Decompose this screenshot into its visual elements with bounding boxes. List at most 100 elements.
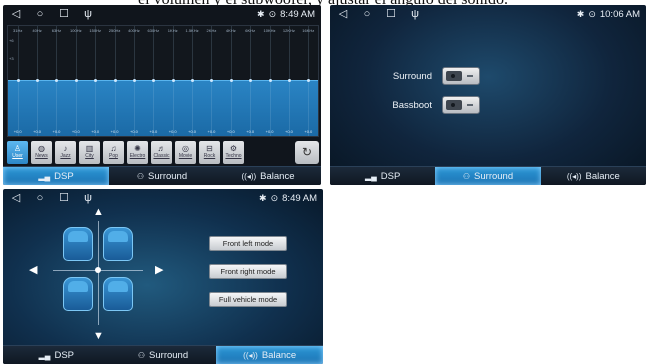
recent-square-icon[interactable]: ☐ [57,191,71,205]
preset-label: News [35,153,48,159]
home-circle-icon[interactable]: ○ [33,7,47,21]
band-value-label: +0.0 [284,129,293,134]
tab-bar: ▂▄ DSP ⚇ Surround ((◂)) Balance [330,166,646,185]
bars-icon: ▂▄ [38,350,51,360]
preset-movie-button[interactable]: ◎ Movie [175,140,196,164]
bluetooth-icon: ✱ [259,192,267,203]
film-icon: ◎ [182,144,189,153]
preset-label: Electro [129,153,146,159]
tab-bar: ▂▄ DSP ⚇ Surround ((◂)) Balance [3,345,323,364]
surround-toggle[interactable] [442,67,480,85]
eq-band-handle[interactable] [74,79,78,82]
location-pin-icon: ⊙ [270,192,279,203]
tab-bar: ▂▄ DSP ⚇ Surround ((◂)) Balance [3,166,321,185]
tab-dsp[interactable]: ▂▄ DSP [330,167,435,185]
arrow-right-icon[interactable]: ▶ [155,265,163,276]
eq-band-handle[interactable] [229,79,233,82]
tab-balance[interactable]: ((◂)) Balance [216,346,323,364]
bassboot-label: Bassboot [392,99,432,111]
preset-techno-button[interactable]: ⚙ Techno [223,140,244,164]
usb-icon: ψ [84,191,92,204]
drum-icon: ⊟ [206,144,213,153]
building-icon: ▥ [85,144,94,153]
back-triangle-icon[interactable]: ◁ [9,7,23,21]
preset-city-button[interactable]: ▥ City [79,140,100,164]
preset-classic-button[interactable]: ♬ Classic [151,140,172,164]
tab-surround[interactable]: ⚇ Surround [109,167,215,185]
band-value-label: +0.0 [246,129,255,134]
equalizer-graph[interactable]: 31Hz 40Hz 63Hz 100Hz 150Hz 250Hz 400Hz 630Hz 1KH… [7,25,319,137]
speaker-waves-icon: ((◂)) [566,171,582,181]
tab-dsp-label: DSP [54,349,75,361]
location-pin-icon: ⊙ [268,8,277,19]
band-value-label: +0.0 [304,129,313,134]
guitar-icon: ♫ [110,144,117,153]
arrow-down-icon[interactable]: ▼ [93,331,104,342]
preset-pop-button[interactable]: ♫ Pop [103,140,124,164]
band-value-label: +0.0 [52,129,61,134]
frequency-labels: 31Hz 40Hz 63Hz 100Hz 150Hz 250Hz 400Hz 630Hz 1KH… [8,28,318,33]
recent-square-icon[interactable]: ☐ [57,7,71,21]
location-pin-icon: ⊙ [588,8,596,19]
seat-front-left [63,227,93,261]
surround-row: Surround [362,67,480,85]
gain-label: +6 [9,38,14,43]
balance-center-dot[interactable] [95,267,101,273]
eq-band-handle[interactable] [287,79,291,82]
surround-icon: ⚇ [462,171,471,181]
band-value-label: +0.0 [13,129,22,134]
preset-jazz-button[interactable]: ♪ Jazz [55,140,76,164]
front-left-mode-button[interactable]: Front left mode [209,236,287,251]
tab-dsp-label: DSP [380,170,401,182]
clock: 10:06 AM [599,8,640,20]
eq-band-handle[interactable] [268,79,272,82]
tab-balance[interactable]: ((◂)) Balance [541,167,646,185]
status-bar: ◁ ○ ☐ ψ ✱ ⊙ 8:49 AM [3,189,323,207]
status-bar: ◁ ○ ☐ ψ ✱ ⊙ 8:49 AM [3,5,321,23]
tab-balance[interactable]: ((◂)) Balance [215,167,321,185]
clock: 8:49 AM [280,8,315,20]
tab-dsp[interactable]: ▂▄ DSP [3,346,110,364]
preset-electro-button[interactable]: ✺ Electro [127,140,148,164]
back-triangle-icon[interactable]: ◁ [336,7,350,21]
eq-band-handle[interactable] [16,79,20,82]
recent-square-icon[interactable]: ☐ [384,7,398,21]
usb-icon: ψ [84,7,92,20]
back-triangle-icon[interactable]: ◁ [9,191,23,205]
tab-surround-label: Surround [148,170,188,182]
home-circle-icon[interactable]: ○ [360,7,374,21]
seat-front-right [103,227,133,261]
preset-news-button[interactable]: ◍ News [31,140,52,164]
preset-label: Classic [153,153,170,159]
speaker-waves-icon: ((◂)) [241,171,257,181]
bassboot-toggle[interactable] [442,96,480,114]
tab-dsp[interactable]: ▂▄ DSP [3,167,109,185]
balance-crosshair-vertical [98,221,99,325]
home-circle-icon[interactable]: ○ [33,191,47,205]
tab-surround[interactable]: ⚇ Surround [435,167,541,185]
band-value-label: +0.0 [207,129,216,134]
arrow-left-icon[interactable]: ◀ [29,265,37,276]
arrow-up-icon[interactable]: ▲ [93,207,104,218]
bluetooth-icon: ✱ [576,8,585,19]
preset-label: User [12,153,23,159]
balance-field[interactable]: ▲ ▼ ◀ ▶ [25,207,175,342]
seat-rear-left [63,277,93,311]
eq-band-handle[interactable] [113,79,117,82]
music-note-icon: ♪ [63,144,68,153]
tab-surround[interactable]: ⚇ Surround [110,346,217,364]
gear-icon: ⚙ [229,144,238,153]
bluetooth-icon: ✱ [257,8,265,19]
eq-band-handle[interactable] [132,79,136,82]
full-vehicle-mode-button[interactable]: Full vehicle mode [209,292,287,307]
band-value-label: +0.0 [149,129,158,134]
surround-label: Surround [392,70,432,82]
front-right-mode-button[interactable]: Front right mode [209,264,287,279]
preset-user-button[interactable]: ♙ User [7,140,28,164]
preset-label: Techno [225,153,242,159]
tab-surround-label: Surround [474,170,514,182]
preset-rock-button[interactable]: ⊟ Rock [199,140,220,164]
reset-button[interactable]: ↻ [295,140,319,164]
eq-band-handle[interactable] [171,79,175,82]
band-value-label: +0.0 [226,129,235,134]
